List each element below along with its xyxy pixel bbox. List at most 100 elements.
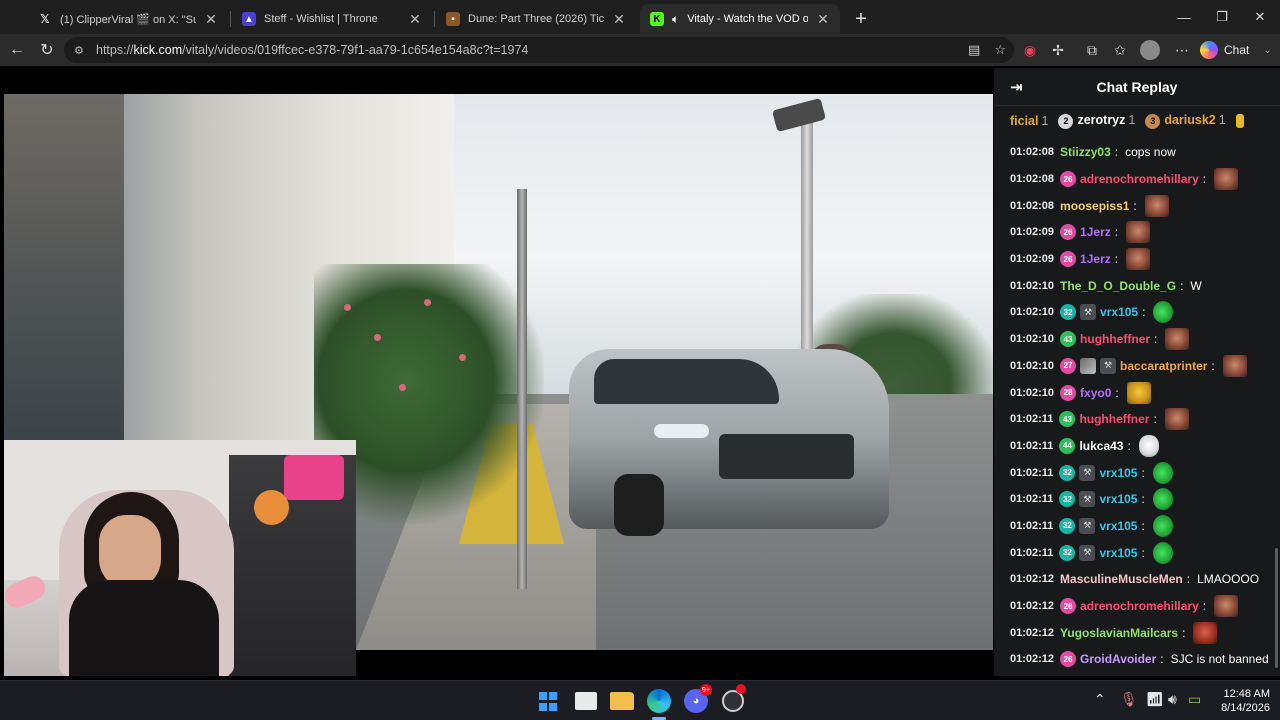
chat-username[interactable]: The_D_O_Double_G: [1060, 279, 1176, 293]
chat-username[interactable]: vrx105: [1099, 492, 1137, 506]
chat-username[interactable]: adrenochromehillary: [1080, 599, 1199, 613]
face-emote-icon[interactable]: [1214, 595, 1239, 618]
chat-message-list[interactable]: 01:02:08 Stiizzy03: cops now 01:02:08 26 adre…: [994, 139, 1280, 676]
copilot-chat-button[interactable]: Chat ⌄: [1200, 38, 1272, 62]
close-tab-icon[interactable]: ✕: [204, 11, 218, 28]
chat-username[interactable]: GroidAvoider: [1080, 652, 1156, 666]
chat-button-label: Chat: [1224, 43, 1250, 57]
face-emote-icon[interactable]: [1126, 221, 1151, 244]
microphone-icon[interactable]: 🎙︎: [1120, 691, 1138, 708]
frog-emote-icon[interactable]: [1153, 301, 1174, 324]
chevron-down-icon[interactable]: ⌄: [1263, 45, 1271, 56]
leader-item[interactable]: ficial 1: [1010, 114, 1048, 128]
chat-username[interactable]: hughheffner: [1079, 412, 1149, 426]
chat-username[interactable]: 1Jerz: [1080, 225, 1111, 239]
skull-emote-icon[interactable]: [1138, 434, 1159, 457]
message-text: LMAOOOO: [1197, 572, 1260, 587]
yellow-emote-icon[interactable]: [1126, 381, 1151, 404]
face-emote-icon[interactable]: [1164, 408, 1189, 431]
volume-icon[interactable]: 🔊︎: [1168, 691, 1177, 708]
chat-username[interactable]: vrx105: [1099, 466, 1137, 480]
chat-username[interactable]: lukca43: [1079, 439, 1123, 453]
video-car-headlight: [654, 424, 709, 438]
chat-username[interactable]: MasculineMuscleMen: [1060, 572, 1183, 586]
chat-username[interactable]: adrenochromehillary: [1080, 172, 1199, 186]
new-tab-button[interactable]: +: [846, 4, 876, 34]
task-view-icon[interactable]: [575, 692, 597, 710]
collapse-chat-icon[interactable]: ⇥: [1010, 78, 1023, 96]
maximize-button[interactable]: ❐: [1202, 0, 1242, 34]
face-emote-icon[interactable]: [1144, 194, 1169, 217]
extension-icon-red[interactable]: ◉: [1018, 38, 1042, 62]
chat-scrollbar[interactable]: [1275, 548, 1278, 668]
chat-username[interactable]: fxyo0: [1080, 386, 1111, 400]
frog-emote-icon[interactable]: [1152, 461, 1173, 484]
file-explorer-icon[interactable]: [610, 692, 634, 710]
chat-username[interactable]: moosepiss1: [1060, 199, 1129, 213]
tab-clipperviral[interactable]: 𝕏 (1) ClipperViral 🎬 on X: "SukiMell" ✕: [28, 4, 231, 34]
subscriber-badge-icon: 32: [1060, 304, 1077, 321]
tab-title: Vitaly - Watch the VOD on Kick: [687, 13, 808, 25]
chat-username[interactable]: vrx105: [1099, 519, 1137, 533]
battery-icon[interactable]: ▭: [1188, 691, 1201, 708]
tab-dune-tickets[interactable]: ▪ Dune: Part Three (2026) Tickets & ✕: [436, 4, 636, 34]
chat-username[interactable]: 1Jerz: [1080, 252, 1111, 266]
more-menu-icon[interactable]: ⋯: [1170, 38, 1194, 62]
site-info-icon[interactable]: ⚙︎: [74, 44, 88, 57]
chat-message: 01:02:10 28 fxyo0:: [1010, 379, 1280, 406]
tab-kick-vod[interactable]: K 🔈︎ Vitaly - Watch the VOD on Kick ✕: [640, 4, 840, 34]
username-colon: :: [1202, 172, 1207, 187]
extensions-puzzle-icon[interactable]: ✢: [1046, 38, 1070, 62]
subscriber-badge-icon: 26: [1060, 251, 1077, 268]
favorites-icon[interactable]: ✩: [1108, 38, 1132, 62]
message-timestamp: 01:02:08: [1010, 146, 1055, 159]
url-prefix: https://: [96, 43, 134, 57]
close-tab-icon[interactable]: ✕: [612, 11, 626, 28]
address-bar[interactable]: ⚙︎ https://kick.com/vitaly/videos/019ffc…: [64, 37, 1014, 63]
leader-item[interactable]: 3 dariusk2 1: [1145, 113, 1226, 129]
chat-username[interactable]: vrx105: [1099, 546, 1137, 560]
face-emote-icon[interactable]: [1126, 248, 1151, 271]
favorite-star-icon[interactable]: ☆: [994, 42, 1006, 58]
split-screen-icon[interactable]: ⧉: [1080, 38, 1104, 62]
message-timestamp: 01:02:08: [1010, 199, 1055, 212]
close-tab-icon[interactable]: ✕: [408, 11, 422, 28]
leader-item[interactable]: 2 zerotryz 1: [1058, 113, 1135, 129]
subscriber-badge-icon: 44: [1059, 437, 1076, 454]
username-colon: :: [1211, 358, 1215, 373]
clock-date: 8/14/2026: [1221, 702, 1270, 714]
tab-title: Dune: Part Three (2026) Tickets &: [468, 13, 604, 25]
chat-username[interactable]: vrx105: [1100, 305, 1138, 319]
refresh-button[interactable]: ↻: [32, 36, 62, 64]
show-hidden-icons-chevron-icon[interactable]: ⌃: [1094, 691, 1106, 708]
wifi-icon[interactable]: 📶︎: [1146, 691, 1164, 708]
frog-emote-icon[interactable]: [1152, 488, 1173, 511]
reading-view-icon[interactable]: ▤: [968, 42, 980, 58]
face-emote-icon[interactable]: [1165, 328, 1190, 351]
face-emote-icon[interactable]: [1222, 354, 1247, 377]
close-window-button[interactable]: ✕: [1240, 0, 1280, 34]
red-emote-icon[interactable]: [1193, 621, 1218, 644]
leader-name: ficial: [1010, 114, 1039, 128]
close-tab-icon[interactable]: ✕: [816, 11, 830, 28]
speaker-icon[interactable]: 🔈︎: [672, 12, 679, 27]
chat-username[interactable]: hughheffner: [1080, 332, 1150, 346]
chat-username[interactable]: Stiizzy03: [1060, 145, 1111, 159]
face-emote-icon[interactable]: [1214, 168, 1239, 191]
video-flower: [459, 354, 466, 361]
profile-avatar[interactable]: [1140, 40, 1160, 60]
webcam-bag: [284, 455, 344, 500]
chat-message: 01:02:10 The_D_O_Double_G: W: [1010, 272, 1280, 299]
tab-throne-wishlist[interactable]: ▲ Steff - Wishlist | Throne ✕: [232, 4, 435, 34]
back-button[interactable]: ←: [2, 36, 32, 64]
frog-emote-icon[interactable]: [1152, 541, 1173, 564]
chat-username[interactable]: baccaratprinter: [1120, 359, 1207, 373]
minimize-button[interactable]: —: [1164, 0, 1204, 34]
chat-username[interactable]: YugoslavianMailcars: [1060, 626, 1178, 640]
edge-browser-icon[interactable]: [647, 689, 671, 713]
frog-emote-icon[interactable]: [1152, 514, 1173, 537]
chat-leaderboard: ficial 1 2 zerotryz 1 3 dariusk2 1: [994, 106, 1280, 136]
username-colon: :: [1153, 412, 1157, 427]
windows-start-icon[interactable]: [537, 690, 559, 712]
system-clock[interactable]: 12:48 AM 8/14/2026: [1214, 687, 1270, 715]
